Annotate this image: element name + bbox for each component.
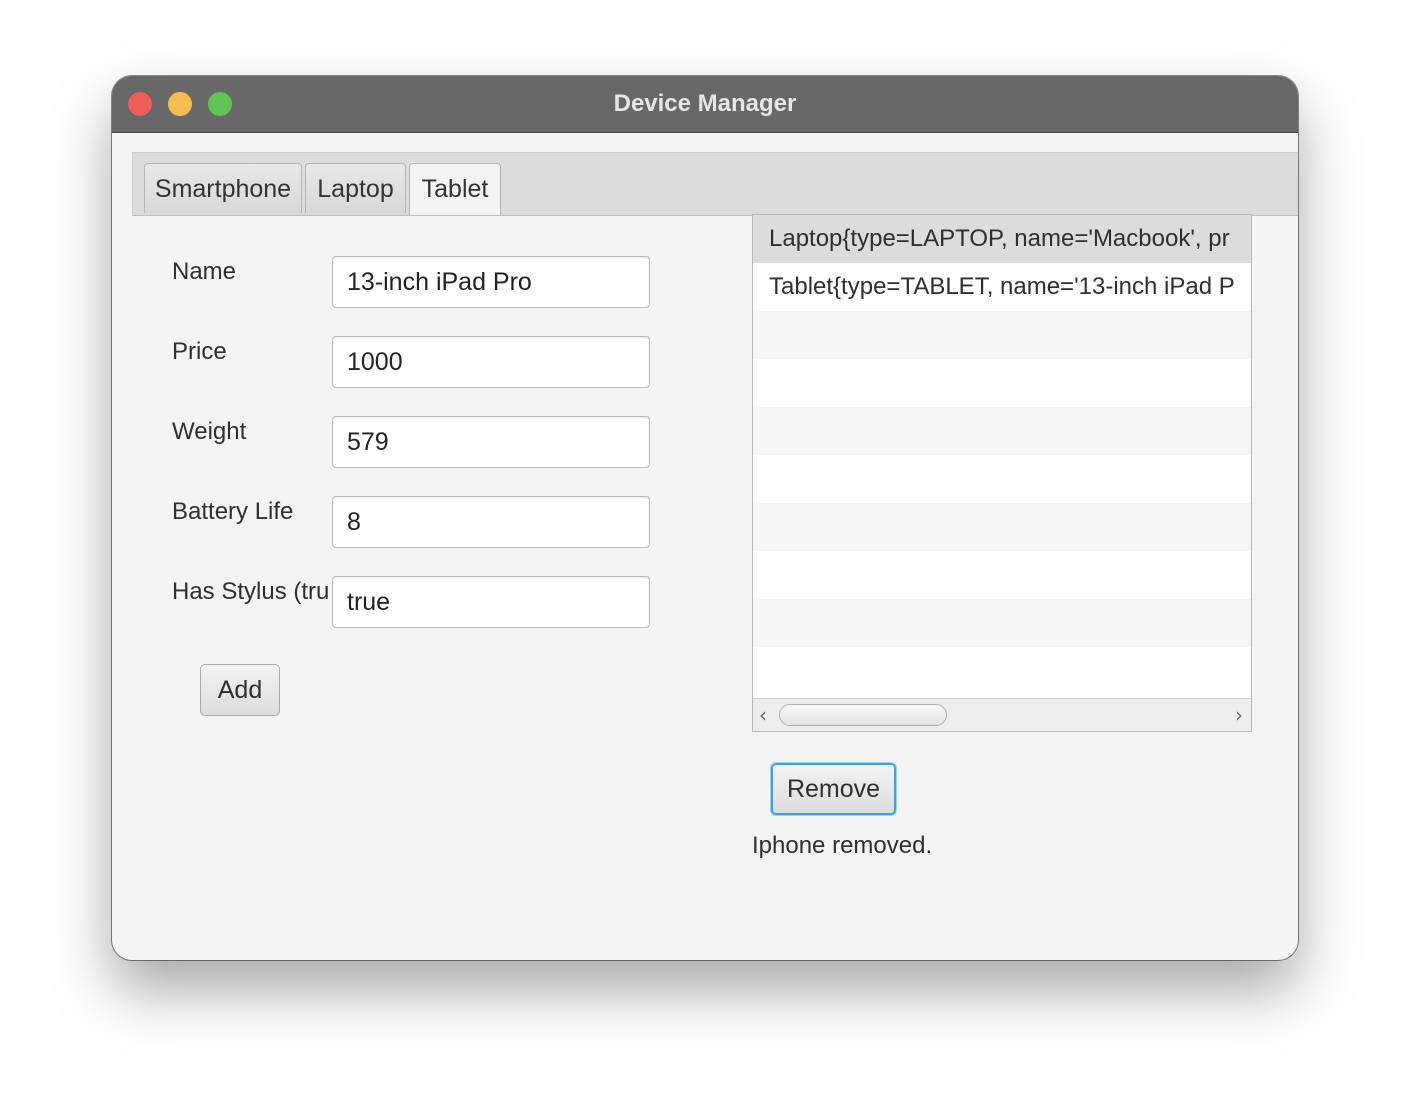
device-list[interactable]: Laptop{type=LAPTOP, name='Macbook', pr T… (752, 214, 1252, 732)
has-stylus-label: Has Stylus (tru (172, 578, 330, 605)
empty-list-row (753, 551, 1251, 599)
horizontal-scrollbar[interactable]: ‹ › (753, 698, 1251, 731)
list-item[interactable]: Tablet{type=TABLET, name='13-inch iPad P (753, 263, 1251, 311)
remove-button[interactable]: Remove (771, 763, 896, 815)
title-bar[interactable]: Device Manager (112, 76, 1298, 133)
scroll-right-icon[interactable]: › (1235, 703, 1243, 727)
name-label: Name (172, 258, 237, 285)
battery-life-label: Battery Life (172, 498, 294, 525)
has-stylus-field[interactable] (332, 576, 650, 628)
battery-life-field[interactable] (332, 496, 650, 548)
scroll-left-icon[interactable]: ‹ (759, 703, 767, 727)
price-label: Price (172, 338, 227, 365)
tab-smartphone[interactable]: Smartphone (144, 163, 302, 213)
price-field[interactable] (332, 336, 650, 388)
tab-bar: Smartphone Laptop Tablet (132, 152, 1298, 216)
empty-list-row (753, 599, 1251, 647)
tab-tablet[interactable]: Tablet (409, 163, 501, 215)
empty-list-row (753, 311, 1251, 359)
weight-label: Weight (172, 418, 247, 445)
tab-laptop[interactable]: Laptop (305, 163, 406, 213)
device-manager-window: Device Manager Smartphone Laptop Tablet … (112, 76, 1298, 960)
empty-list-row (753, 407, 1251, 455)
empty-list-row (753, 647, 1251, 695)
status-message: Iphone removed. (752, 832, 933, 859)
scrollbar-thumb[interactable] (779, 704, 947, 726)
empty-list-row (753, 359, 1251, 407)
empty-list-row (753, 455, 1251, 503)
weight-field[interactable] (332, 416, 650, 468)
list-item[interactable]: Laptop{type=LAPTOP, name='Macbook', pr (753, 215, 1251, 263)
name-field[interactable] (332, 256, 650, 308)
empty-list-row (753, 503, 1251, 551)
window-title: Device Manager (613, 90, 797, 117)
add-button[interactable]: Add (200, 664, 280, 716)
